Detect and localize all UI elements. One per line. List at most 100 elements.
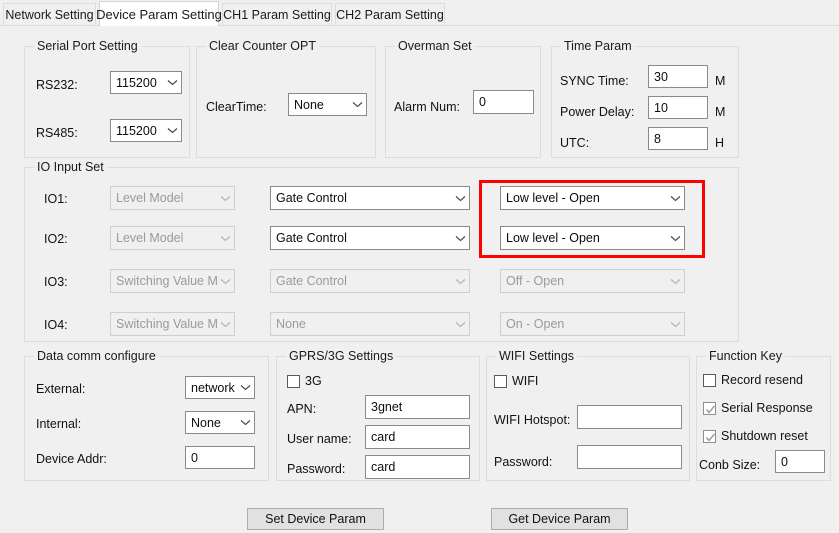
label-gprs-username: User name:	[287, 432, 352, 446]
input-device-addr[interactable]: 0	[185, 446, 255, 469]
checkbox-3g-label: 3G	[305, 374, 322, 388]
checkbox-shutdown-reset[interactable]: Shutdown reset	[703, 429, 808, 443]
combo-rs232-baud-value: 115200	[116, 75, 157, 90]
chevron-down-icon	[217, 278, 234, 285]
checkbox-serial-response[interactable]: Serial Response	[703, 401, 813, 415]
combo-io3-state-value: Off - Open	[506, 274, 565, 288]
group-title-gprs-3g-settings: GPRS/3G Settings	[286, 349, 397, 363]
checkbox-serial-response-label: Serial Response	[721, 401, 813, 415]
combo-rs485-baud[interactable]: 115200	[110, 119, 182, 142]
group-title-data-comm-configure: Data comm configure	[34, 349, 159, 363]
chevron-down-icon	[667, 321, 684, 328]
group-title-wifi-settings: WIFI Settings	[496, 349, 578, 363]
combo-io1-state[interactable]: Low level - Open	[500, 186, 685, 210]
label-external: External:	[36, 382, 86, 396]
combo-io3-mode-value: Switching Value Model	[116, 274, 217, 288]
label-io4: IO4:	[44, 318, 68, 332]
group-title-function-key: Function Key	[706, 349, 785, 363]
combo-io4-state: On - Open	[500, 312, 685, 336]
chevron-down-icon	[217, 235, 234, 242]
chevron-down-icon	[452, 235, 469, 242]
label-power-delay: Power Delay:	[560, 105, 635, 119]
combo-io1-mode: Level Model	[110, 186, 235, 210]
tab-network-setting[interactable]: Network Setting	[3, 3, 96, 25]
label-io1: IO1:	[44, 192, 68, 206]
input-apn[interactable]: 3gnet	[365, 395, 470, 419]
combo-rs485-baud-value: 115200	[116, 123, 157, 138]
get-device-param-button[interactable]: Get Device Param	[491, 508, 628, 530]
label-device-addr: Device Addr:	[36, 452, 107, 466]
set-device-param-button[interactable]: Set Device Param	[247, 508, 384, 530]
input-wifi-password[interactable]	[577, 445, 682, 469]
label-io2: IO2:	[44, 232, 68, 246]
combo-io2-mode-value: Level Model	[116, 231, 184, 245]
chevron-down-icon	[217, 195, 234, 202]
input-alarm-num[interactable]: 0	[473, 90, 534, 114]
checkbox-record-resend[interactable]: Record resend	[703, 373, 803, 387]
combo-io2-function[interactable]: Gate Control	[270, 226, 470, 250]
checkbox-wifi-box	[494, 374, 507, 388]
group-title-overman-set: Overman Set	[395, 39, 475, 53]
combo-io3-mode: Switching Value Model	[110, 269, 235, 293]
combo-internal-value: None	[191, 415, 221, 430]
input-power-delay[interactable]: 10	[648, 96, 708, 119]
checkbox-record-resend-label: Record resend	[721, 373, 803, 387]
label-utc: UTC:	[560, 136, 590, 150]
combo-io2-state-value: Low level - Open	[506, 231, 600, 245]
checkbox-shutdown-reset-box	[703, 429, 716, 443]
checkbox-wifi[interactable]: WIFI	[494, 374, 538, 388]
combo-io3-function-value: Gate Control	[276, 274, 347, 288]
combo-external-value: network	[191, 380, 235, 395]
chevron-down-icon	[452, 321, 469, 328]
checkbox-wifi-label: WIFI	[512, 374, 539, 388]
unit-power-delay: M	[715, 105, 726, 119]
combo-io4-mode-value: Switching Value Model	[116, 317, 217, 331]
label-internal: Internal:	[36, 417, 82, 431]
combo-io1-function[interactable]: Gate Control	[270, 186, 470, 210]
combo-cleartime[interactable]: None	[288, 93, 367, 116]
tab-device-param-setting[interactable]: Device Param Setting	[96, 1, 222, 26]
tab-bar: Network Setting Device Param Setting CH1…	[0, 0, 839, 27]
group-title-clear-counter-opt: Clear Counter OPT	[206, 39, 319, 53]
label-rs485: RS485:	[36, 126, 78, 140]
chevron-down-icon	[164, 79, 181, 86]
combo-io4-function-value: None	[276, 317, 306, 331]
checkbox-shutdown-reset-label: Shutdown reset	[721, 429, 808, 443]
label-cleartime: ClearTime:	[206, 100, 267, 114]
combo-external[interactable]: network	[185, 376, 255, 399]
combo-io3-state: Off - Open	[500, 269, 685, 293]
input-gprs-password[interactable]: card	[365, 455, 470, 479]
label-gprs-password: Password:	[287, 462, 346, 476]
checkmark-icon	[705, 433, 716, 442]
group-title-serial-port-setting: Serial Port Setting	[34, 39, 141, 53]
combo-io2-mode: Level Model	[110, 226, 235, 250]
combo-cleartime-value: None	[294, 97, 324, 112]
unit-sync-time: M	[715, 74, 726, 88]
combo-rs232-baud[interactable]: 115200	[110, 71, 182, 94]
chevron-down-icon	[164, 127, 181, 134]
input-wifi-hotspot[interactable]	[577, 405, 682, 429]
label-io3: IO3:	[44, 275, 68, 289]
chevron-down-icon	[452, 195, 469, 202]
label-conb-size: Conb Size:	[699, 458, 761, 472]
chevron-down-icon	[217, 321, 234, 328]
label-apn: APN:	[287, 402, 317, 416]
chevron-down-icon	[667, 195, 684, 202]
checkbox-3g[interactable]: 3G	[287, 374, 322, 388]
input-utc[interactable]: 8	[648, 127, 708, 150]
combo-io2-state[interactable]: Low level - Open	[500, 226, 685, 250]
tab-ch2-param-setting[interactable]: CH2 Param Setting	[335, 3, 445, 25]
input-gprs-username[interactable]: card	[365, 425, 470, 449]
label-sync-time: SYNC Time:	[560, 74, 629, 88]
combo-io1-mode-value: Level Model	[116, 191, 184, 205]
checkbox-record-resend-box	[703, 373, 716, 387]
group-title-io-input-set: IO Input Set	[34, 160, 107, 174]
combo-io4-mode: Switching Value Model	[110, 312, 235, 336]
combo-internal[interactable]: None	[185, 411, 255, 434]
combo-io3-function: Gate Control	[270, 269, 470, 293]
input-sync-time[interactable]: 30	[648, 65, 708, 88]
tab-ch1-param-setting[interactable]: CH1 Param Setting	[222, 3, 332, 25]
chevron-down-icon	[237, 419, 254, 426]
input-conb-size[interactable]: 0	[775, 450, 825, 473]
combo-io1-function-value: Gate Control	[276, 191, 347, 205]
